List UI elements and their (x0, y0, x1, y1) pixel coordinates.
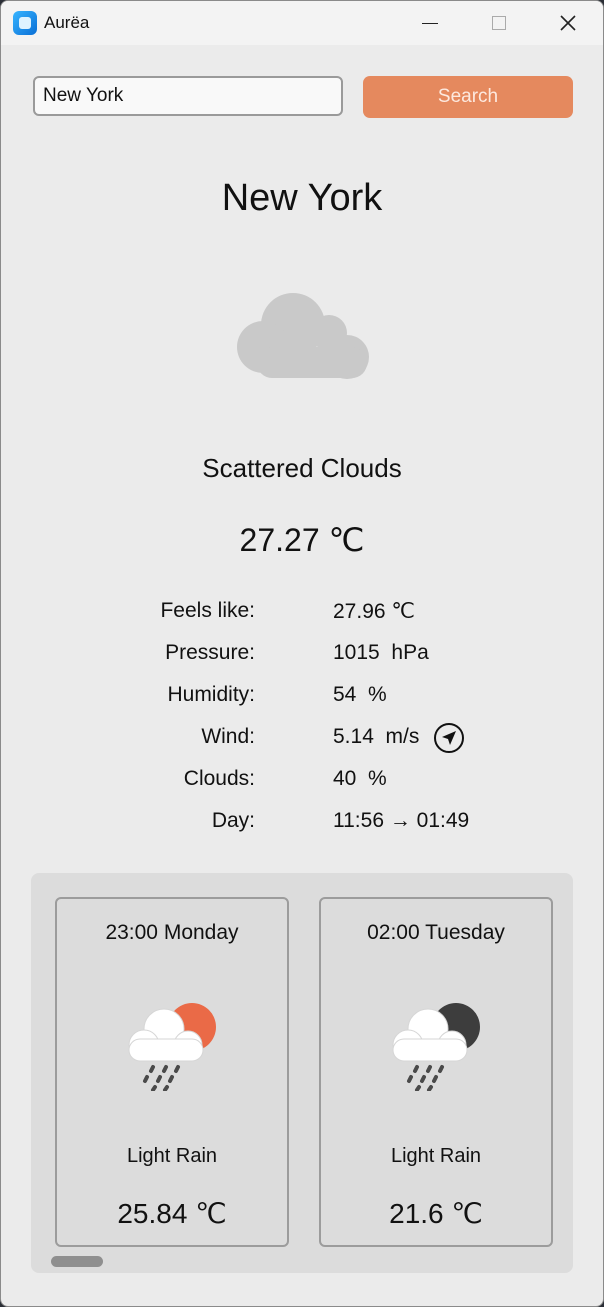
rain-day-icon (128, 1003, 216, 1091)
city-name: New York (221, 177, 383, 219)
forecast-card: 23:00 Monday Light Rain 25.84 ℃ (55, 897, 289, 1247)
forecast-card: 02:00 Tuesday Light Rain 21.6 ℃ (319, 897, 553, 1247)
close-button[interactable] (533, 1, 603, 45)
forecast-time: 02:00 Tuesday (367, 921, 505, 944)
wind-direction-icon (434, 723, 464, 753)
search-button[interactable]: Search (363, 76, 573, 118)
pressure-label: Pressure: (165, 641, 255, 664)
weather-description: Scattered Clouds (202, 453, 402, 483)
forecast-description: Light Rain (126, 1145, 218, 1167)
forecast-temperature: 21.6 ℃ (389, 1198, 483, 1229)
feels-like-value: 27.96 ℃ (333, 600, 415, 623)
window-title: Aurëa (44, 13, 90, 32)
app-logo-icon (13, 11, 37, 35)
forecast-temperature: 25.84 ℃ (117, 1198, 227, 1229)
wind-label: Wind: (201, 725, 255, 748)
title-bar[interactable]: Aurëa (1, 1, 603, 45)
maximize-button[interactable] (463, 1, 533, 45)
feels-like-label: Feels like: (160, 599, 255, 622)
wind-value: 5.14 m/s (333, 725, 420, 748)
cloud-icon (237, 293, 369, 379)
current-temperature: 27.27 ℃ (239, 522, 365, 558)
pressure-value: 1015 hPa (333, 641, 429, 664)
humidity-value: 54 % (333, 683, 387, 706)
forecast-description: Light Rain (390, 1145, 482, 1167)
horizontal-scrollbar[interactable] (51, 1256, 103, 1267)
day-label: Day: (211, 809, 255, 832)
forecast-panel[interactable]: 23:00 Monday Light Rain 25.84 ℃ 02:00 Tu… (31, 873, 573, 1273)
minimize-button[interactable] (393, 1, 463, 45)
clouds-label: Clouds: (183, 767, 255, 790)
clouds-value: 40 % (333, 767, 387, 790)
day-value: 11:56 → 01:49 (333, 809, 470, 832)
humidity-label: Humidity: (167, 683, 255, 706)
rain-night-icon (392, 1003, 480, 1091)
close-icon (560, 15, 576, 31)
city-search-input[interactable] (33, 76, 343, 116)
forecast-time: 23:00 Monday (105, 921, 239, 944)
app-window: Aurëa Search New York Scattered Clouds 2… (0, 0, 604, 1307)
